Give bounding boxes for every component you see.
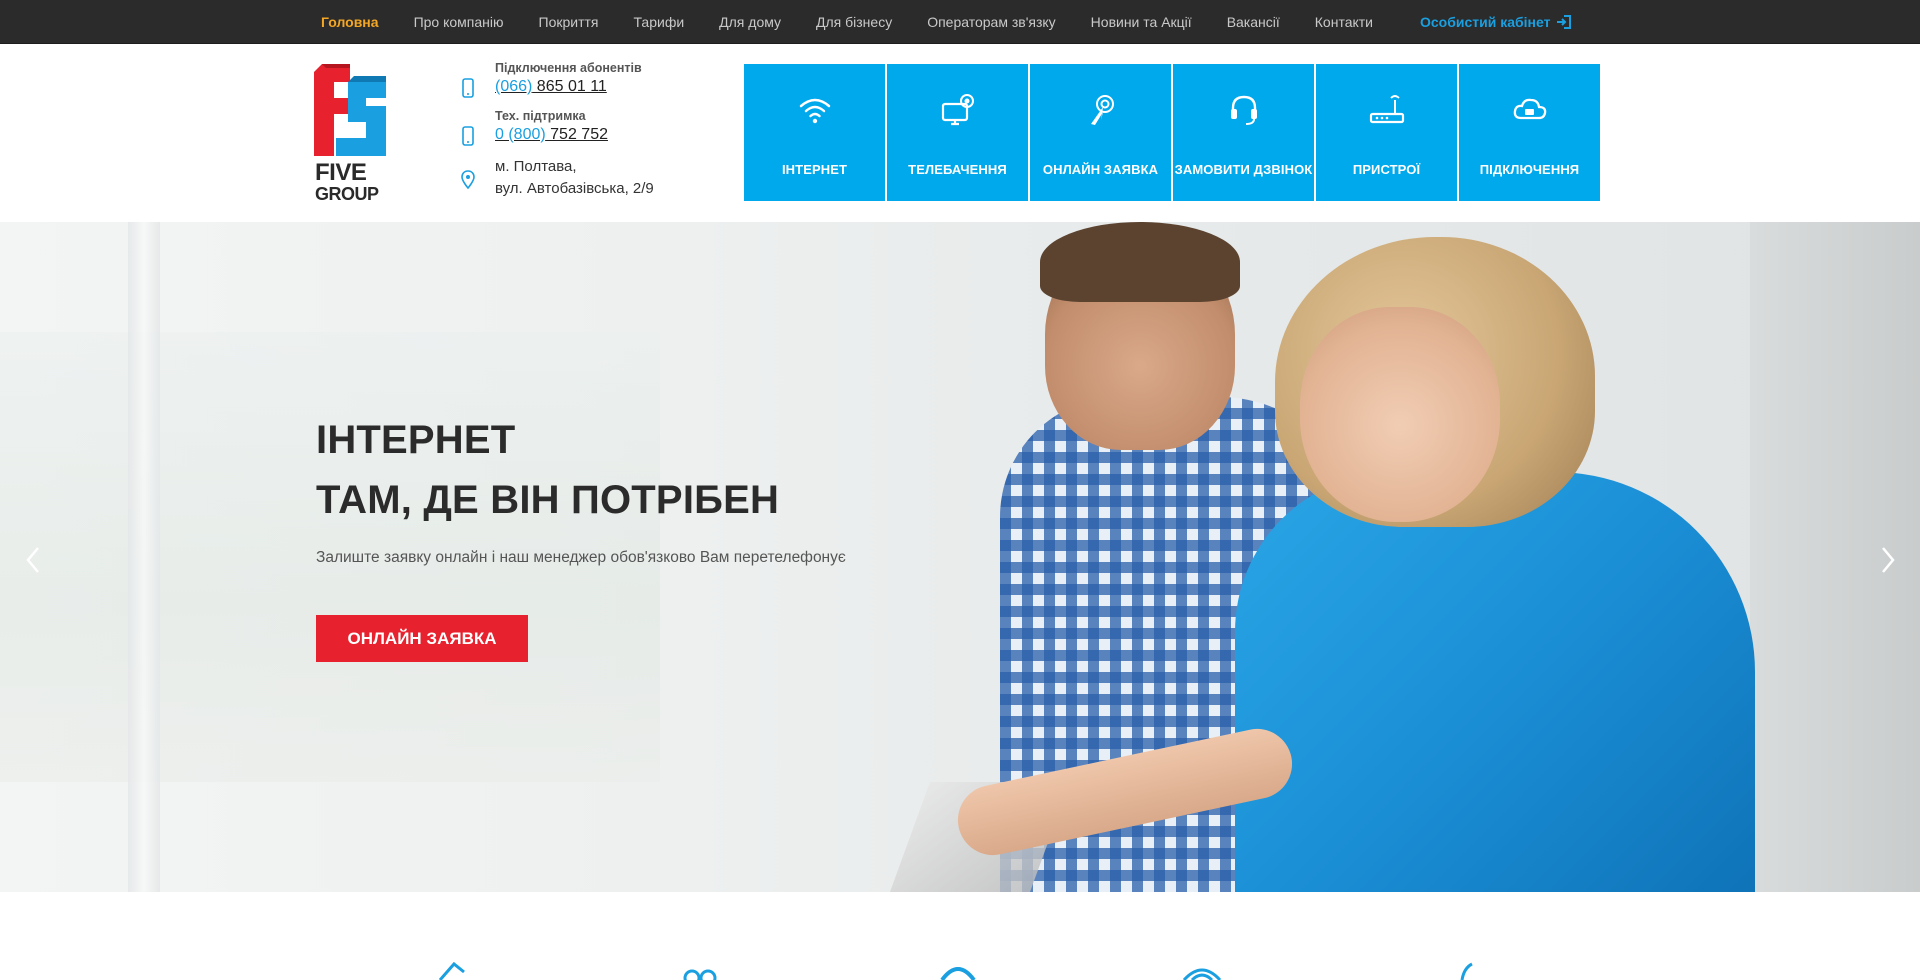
address-city: м. Полтава, [495, 158, 577, 175]
tile-online-request[interactable]: ОНЛАЙН ЗАЯВКА [1030, 64, 1171, 201]
connection-phone-code: (066) [495, 78, 533, 95]
nav-item-tariffs[interactable]: Тарифи [634, 14, 685, 30]
logo-word-group: GROUP [315, 184, 379, 204]
hero-subtitle: Залиште заявку онлайн і наш менеджер обо… [316, 549, 846, 566]
top-navigation-bar: Головна Про компанію Покриття Тарифи Для… [0, 0, 1920, 44]
personal-cabinet-label: Особистий кабінет [1420, 14, 1551, 30]
tile-connection[interactable]: ПІДКЛЮЧЕННЯ [1459, 64, 1600, 201]
connection-label: Підключення абонентів [495, 61, 642, 75]
support-phone-code: 0 (800) [495, 126, 546, 143]
tile-tv[interactable]: ТЕЛЕБАЧЕННЯ [887, 64, 1028, 201]
tile-order-call[interactable]: ЗАМОВИТИ ДЗВІНОК [1173, 64, 1314, 201]
address-street: вул. Автобазівська, 2/9 [495, 180, 654, 197]
hero-background-column [128, 222, 160, 892]
logo-mark-icon [314, 64, 386, 156]
mobile-phone-icon [462, 78, 474, 98]
tile-online-request-label: ОНЛАЙН ЗАЯВКА [1042, 162, 1159, 177]
nav-item-coverage[interactable]: Покриття [539, 14, 599, 30]
click-icon [1090, 95, 1114, 125]
hero-title-line1: ІНТЕРНЕТ [316, 418, 516, 462]
feature-speed-icon [940, 967, 976, 980]
tile-internet-label: ІНТЕРНЕТ [781, 162, 848, 177]
feature-card-icon [438, 961, 465, 980]
nav-item-contacts[interactable]: Контакти [1315, 14, 1373, 30]
mobile-phone-icon [462, 126, 474, 146]
connection-phone-number: 865 01 11 [532, 78, 607, 95]
tile-order-call-label: ЗАМОВИТИ ДЗВІНОК [1174, 162, 1313, 177]
nav-item-vacancies[interactable]: Вакансії [1227, 14, 1280, 30]
nav-item-home-users[interactable]: Для дому [719, 14, 781, 30]
router-icon [1369, 95, 1404, 124]
slider-next-arrow-icon[interactable] [1873, 540, 1903, 580]
headset-icon [1230, 95, 1257, 125]
tile-devices[interactable]: ПРИСТРОЇ [1316, 64, 1457, 201]
connection-phone-link[interactable]: (066) 865 01 11 [495, 76, 642, 98]
nav-item-news[interactable]: Новини та Акції [1091, 14, 1192, 30]
cloud-icon [1513, 98, 1546, 120]
slider-prev-arrow-icon[interactable] [18, 540, 48, 580]
hero-photo-woman-face [1300, 307, 1500, 522]
support-phone-link[interactable]: 0 (800) 752 752 [495, 124, 608, 146]
personal-cabinet-link[interactable]: Особистий кабінет [1420, 0, 1572, 44]
service-tiles: ІНТЕРНЕТ ТЕЛЕБАЧЕННЯ ОНЛАЙН ЗАЯВКА ЗАМОВ… [744, 64, 1600, 201]
features-section [0, 892, 1920, 980]
tv-icon [941, 94, 974, 126]
nav-item-operators[interactable]: Операторам зв'язку [927, 14, 1055, 30]
tile-devices-label: ПРИСТРОЇ [1352, 162, 1421, 177]
tile-tv-label: ТЕЛЕБАЧЕННЯ [908, 162, 1007, 177]
nav-item-home[interactable]: Головна [321, 14, 379, 30]
hero-slider: ІНТЕРНЕТ ТАМ, ДЕ ВІН ПОТРІБЕН Залиште за… [0, 222, 1920, 892]
login-icon [1557, 15, 1572, 29]
site-header: FIVE GROUP Підключення абонентів (066) 8… [0, 44, 1920, 222]
hero-photo-woman-shirt [1235, 472, 1755, 892]
wifi-icon [799, 98, 830, 124]
main-menu: Головна Про компанію Покриття Тарифи Для… [321, 0, 1408, 44]
nav-item-about[interactable]: Про компанію [414, 14, 504, 30]
tile-internet[interactable]: ІНТЕРНЕТ [744, 64, 885, 201]
online-request-button[interactable]: ОНЛАЙН ЗАЯВКА [316, 615, 528, 662]
nav-item-business[interactable]: Для бізнесу [816, 14, 892, 30]
logo-word-five: FIVE [315, 159, 367, 186]
tile-connection-label: ПІДКЛЮЧЕННЯ [1479, 162, 1580, 177]
feature-users-icon [683, 969, 717, 980]
location-pin-icon [461, 170, 475, 190]
feature-signal-icon [1182, 968, 1222, 980]
company-logo[interactable]: FIVE GROUP [314, 64, 390, 214]
feature-tool-icon [1460, 962, 1473, 980]
support-phone-number: 752 752 [545, 126, 608, 143]
hero-title-line2: ТАМ, ДЕ ВІН ПОТРІБЕН [316, 478, 780, 522]
hero-photo-man-hair [1040, 222, 1240, 302]
support-label: Тех. підтримка [495, 109, 586, 123]
